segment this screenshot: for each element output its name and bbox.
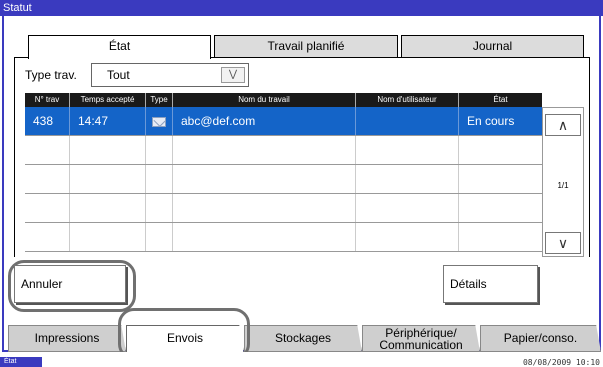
tab-stockages[interactable]: Stockages xyxy=(244,325,362,352)
status-datetime: 08/08/2009 10:10 xyxy=(522,358,600,367)
tab-label: Journal xyxy=(472,39,513,53)
job-type-label: Type trav. xyxy=(25,68,77,82)
col-header-type: Type xyxy=(145,93,172,107)
tab-label: Travail planifié xyxy=(267,39,345,53)
cell-empty xyxy=(25,165,69,193)
status-mode: État xyxy=(0,357,42,367)
col-header-state: État xyxy=(458,93,542,107)
col-header-user: Nom d'utilisateur xyxy=(355,93,458,107)
col-header-job-name: Nom du travail xyxy=(172,93,355,107)
details-button[interactable]: Détails xyxy=(443,265,538,303)
tab-impressions[interactable]: Impressions xyxy=(8,325,126,352)
table-row[interactable]: 438 14:47 abc@def.com En cours xyxy=(25,107,542,136)
cell-empty xyxy=(355,194,458,222)
double-chevron-down-icon[interactable]: ⋁ xyxy=(221,67,245,83)
status-bar: État 08/08/2009 10:10 xyxy=(0,352,603,367)
scroll-up-button[interactable]: ∧ xyxy=(545,114,581,136)
table-row[interactable] xyxy=(25,136,542,165)
tab-label: État xyxy=(108,39,131,53)
chevron-up-icon: ∧ xyxy=(557,117,569,133)
cell-empty xyxy=(69,223,145,251)
mail-icon xyxy=(152,116,166,127)
window-title: Statut xyxy=(0,0,603,16)
cell-empty xyxy=(145,194,172,222)
cell-empty xyxy=(458,165,542,193)
cell-empty xyxy=(172,194,355,222)
cell-empty xyxy=(145,223,172,251)
tab-label-line2: Communication xyxy=(379,338,463,352)
cell-empty xyxy=(25,136,69,164)
cell-empty xyxy=(145,165,172,193)
pager-column: ∧ 1/1 ∨ xyxy=(542,107,584,257)
cell-user xyxy=(355,107,458,135)
cell-state: En cours xyxy=(458,107,542,135)
tab-papier-conso[interactable]: Papier/conso. xyxy=(480,325,601,352)
cell-job-name: abc@def.com xyxy=(172,107,355,135)
cell-time: 14:47 xyxy=(69,107,145,135)
cell-empty xyxy=(25,223,69,251)
cell-empty xyxy=(172,223,355,251)
tab-etat[interactable]: État xyxy=(28,35,211,59)
cell-empty xyxy=(355,136,458,164)
cell-empty xyxy=(458,223,542,251)
cell-empty xyxy=(69,194,145,222)
job-type-value: Tout xyxy=(107,68,130,82)
tab-travail-planifie[interactable]: Travail planifié xyxy=(214,35,398,57)
cell-empty xyxy=(458,194,542,222)
tab-peripherique-communication[interactable]: Périphérique/ Communication xyxy=(362,325,480,352)
cell-empty xyxy=(172,136,355,164)
cell-empty xyxy=(69,136,145,164)
col-header-job-no: N° trav xyxy=(34,95,60,104)
page-indicator: 1/1 xyxy=(557,181,569,190)
cell-empty xyxy=(145,136,172,164)
cell-empty xyxy=(69,165,145,193)
table-row[interactable] xyxy=(25,165,542,194)
cell-empty xyxy=(355,223,458,251)
job-table: N° trav Temps accepté Type Nom du travai… xyxy=(25,93,542,257)
table-row[interactable] xyxy=(25,194,542,223)
cancel-button[interactable]: Annuler xyxy=(14,265,126,303)
cell-empty xyxy=(25,194,69,222)
cell-job-no: 438 xyxy=(33,114,54,128)
cell-type xyxy=(145,107,172,135)
cell-empty xyxy=(355,165,458,193)
col-header-time: Temps accepté xyxy=(69,93,145,107)
tab-journal[interactable]: Journal xyxy=(401,35,584,57)
job-type-select[interactable]: Tout ⋁ xyxy=(91,63,249,87)
table-row[interactable] xyxy=(25,223,542,252)
scroll-down-button[interactable]: ∨ xyxy=(545,232,581,254)
cell-empty xyxy=(172,165,355,193)
table-header: N° trav Temps accepté Type Nom du travai… xyxy=(25,93,542,107)
chevron-down-icon: ∨ xyxy=(557,235,569,251)
cell-empty xyxy=(458,136,542,164)
